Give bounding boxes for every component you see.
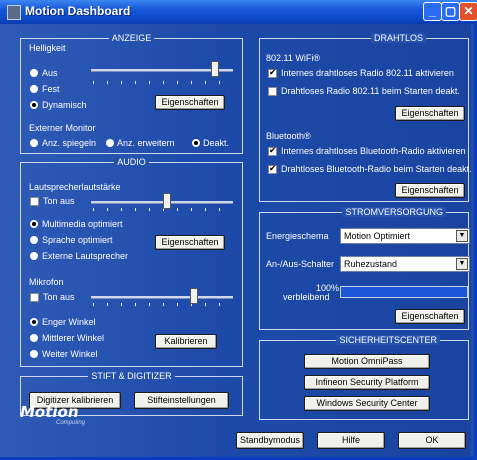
radio-erweitern[interactable] [106,139,114,147]
wifi-aktivieren-checkbox[interactable] [268,67,277,78]
energieschema-value: Motion Optimiert [344,231,411,241]
bt-starten-checkbox[interactable] [268,163,277,174]
lautsprecher-label: Lautsprecherlautstärke [29,182,121,192]
radio-deakt-label: Deakt. [203,138,230,148]
radio-sprache[interactable] [30,236,38,244]
anzeige-legend: ANZEIGE [108,33,155,43]
strom-eigenschaften-button[interactable]: Eigenschaften [395,309,465,324]
audio-group: AUDIO Lautsprecherlautstärke Ton aus Mul… [20,157,243,367]
strom-group: STROMVERSORGUNG Energieschema Motion Opt… [259,207,470,330]
ok-button[interactable]: OK [398,432,466,449]
sicherheit-legend: SICHERHEITSCENTER [336,335,440,345]
ton-aus-checkbox[interactable] [30,197,39,206]
radio-aus[interactable] [30,69,38,77]
maximize-button[interactable]: ▢ [441,2,460,21]
audio-eigenschaften-button[interactable]: Eigenschaften [155,235,225,250]
motion-logo: Motion [20,403,79,421]
monitor-label: Externer Monitor [29,123,96,133]
mic-ton-aus-checkbox[interactable] [30,293,39,302]
window-title: Motion Dashboard [25,4,131,18]
energieschema-label: Energieschema [266,231,329,241]
windows-security-button[interactable]: Windows Security Center [304,396,430,411]
standby-button[interactable]: Standbymodus [236,432,304,449]
radio-weiter-label: Weiter Winkel [42,349,98,359]
radio-deakt[interactable] [192,139,200,147]
radio-aus-label: Aus [42,68,58,78]
brightness-thumb[interactable] [211,61,220,77]
anzeige-eigenschaften-button[interactable]: Eigenschaften [155,95,225,110]
radio-spiegeln-label: Anz. spiegeln [42,138,97,148]
kalibrieren-button[interactable]: Kalibrieren [155,334,217,349]
schalter-label: An-/Aus-Schalter [266,259,335,269]
radio-sprache-label: Sprache optimiert [42,235,113,245]
ton-aus-label: Ton aus [43,196,75,206]
energieschema-select[interactable]: Motion Optimiert ▼ [340,228,470,244]
radio-spiegeln[interactable] [30,139,38,147]
mic-thumb[interactable] [190,288,199,304]
radio-mittlerer[interactable] [30,334,38,342]
stifteinstellungen-button[interactable]: Stifteinstellungen [134,392,229,409]
speaker-thumb[interactable] [162,193,171,209]
radio-mittlerer-label: Mittlerer Winkel [42,333,105,343]
title-bar: Motion Dashboard _ ▢ ✕ [0,0,477,24]
close-button[interactable]: ✕ [459,2,477,21]
mikrofon-label: Mikrofon [29,277,64,287]
audio-legend: AUDIO [114,157,149,167]
radio-enger-label: Enger Winkel [42,317,96,327]
anzeige-group: ANZEIGE Helligkeit Aus Fest Dynamisch Ei… [20,33,243,154]
helligkeit-label: Helligkeit [29,43,66,53]
radio-enger[interactable] [30,318,38,326]
motion-logo-sub: Computing [56,420,86,426]
radio-externe[interactable] [30,252,38,260]
battery-verbleibend: verbleibend [283,292,330,302]
radio-fest[interactable] [30,85,38,93]
omnipass-button[interactable]: Motion OmniPass [304,354,430,369]
stift-legend: STIFT & DIGITIZER [88,371,175,381]
drahtlos-legend: DRAHTLOS [370,33,426,43]
radio-dynamisch[interactable] [30,101,38,109]
brightness-ticks [93,81,233,84]
bt-starten-label: Drahtloses Bluetooth-Radio beim Starten … [281,164,472,174]
drahtlos-group: DRAHTLOS 802.11 WiFi® Internes drahtlose… [259,33,472,202]
radio-erweitern-label: Anz. erweitern [117,138,175,148]
chevron-down-icon: ▼ [456,258,468,270]
radio-externe-label: Externe Lautsprecher [42,251,129,261]
wifi-eigenschaften-button[interactable]: Eigenschaften [395,106,465,121]
minimize-button[interactable]: _ [423,2,442,21]
mic-ticks [93,303,233,306]
bt-eigenschaften-button[interactable]: Eigenschaften [395,183,465,198]
hilfe-button[interactable]: Hilfe [317,432,385,449]
strom-legend: STROMVERSORGUNG [342,207,446,217]
bt-aktivieren-checkbox[interactable] [268,145,277,156]
bluetooth-label: Bluetooth® [266,131,311,141]
wifi-label: 802.11 WiFi® [266,53,320,63]
battery-bar [340,286,468,298]
sicherheit-group: SICHERHEITSCENTER Motion OmniPass Infine… [259,335,469,420]
client-area: ANZEIGE Helligkeit Aus Fest Dynamisch Ei… [0,24,472,457]
app-icon [7,5,21,20]
radio-dynamisch-label: Dynamisch [42,100,87,110]
radio-multimedia-label: Multimedia optimiert [42,219,123,229]
chevron-down-icon: ▼ [456,230,468,242]
radio-fest-label: Fest [42,84,60,94]
wifi-starten-label: Drahtloses Radio 802.11 beim Starten dea… [281,86,460,96]
schalter-select[interactable]: Ruhezustand ▼ [340,256,470,272]
mic-ton-aus-label: Ton aus [43,292,75,302]
infineon-button[interactable]: Infineon Security Platform [304,375,430,390]
mic-slider[interactable] [91,296,233,299]
radio-multimedia[interactable] [30,220,38,228]
wifi-starten-checkbox[interactable] [268,87,277,96]
radio-weiter[interactable] [30,350,38,358]
bt-aktivieren-label: Internes drahtloses Bluetooth-Radio akti… [281,146,466,156]
schalter-value: Ruhezustand [344,259,398,269]
wifi-aktivieren-label: Internes drahtloses Radio 802.11 aktivie… [281,68,454,78]
